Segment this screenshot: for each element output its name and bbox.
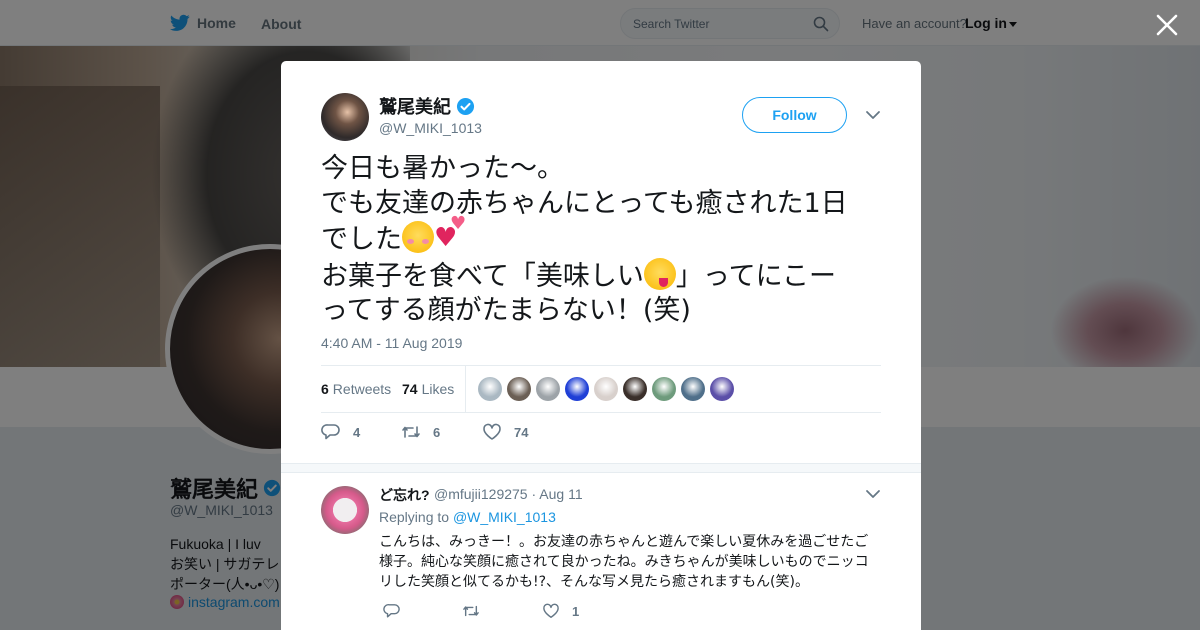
liker-avatar[interactable] (536, 377, 560, 401)
retweet-label: Retweets (332, 381, 392, 397)
chevron-down-icon[interactable] (865, 109, 881, 121)
reply-author-handle[interactable]: @mfujii129275 · Aug 11 (434, 486, 583, 502)
tweet-stats: 6 Retweets 74 Likes (321, 365, 881, 413)
retweet-action-count: 6 (433, 424, 441, 440)
retweets-stat[interactable]: 6 Retweets (321, 381, 391, 397)
follow-button[interactable]: Follow (742, 97, 847, 133)
reply-like-count: 1 (572, 603, 580, 619)
liker-avatar[interactable] (565, 377, 589, 401)
tweet-text: 今日も暑かった〜。 でも友達の赤ちゃんにとっても癒された1日 でした お菓子を食… (321, 152, 891, 329)
reply-icon (321, 424, 340, 440)
tweet-modal: 鷲尾美紀 @W_MIKI_1013 Follow 今日も暑かった〜。 でも友達の… (281, 61, 921, 630)
reply-count: 4 (353, 424, 361, 440)
tweet-line-text: 」ってにこー (675, 260, 837, 292)
author-handle[interactable]: @W_MIKI_1013 (379, 120, 482, 136)
tweet-line-text: 今日も暑かった〜。 (321, 153, 564, 184)
tweet-line-text: でも友達の赤ちゃんにとっても癒された1日 (321, 187, 848, 219)
reply-text: こんちは、みっきー！。お友達の赤ちゃんと遊んで楽しい夏休みを過ごせたご様子。純心… (379, 534, 869, 590)
heart-icon (543, 603, 559, 618)
tweet-line: ってする顔がたまらない！(笑) (321, 294, 891, 329)
likes-stat[interactable]: 74 Likes (402, 381, 454, 397)
like-label: Likes (421, 381, 455, 397)
author-name-text: 鷲尾美紀 (379, 97, 451, 117)
stats-divider (465, 366, 466, 412)
retweet-action[interactable]: 6 (401, 423, 440, 441)
reply-author-name[interactable]: ど忘れ? (379, 485, 430, 505)
retweet-action[interactable] (461, 603, 493, 619)
like-action-count: 74 (514, 424, 529, 440)
tweet-line-text: ってする顔がたまらない！(笑) (321, 295, 691, 326)
tweet-line: でした (321, 215, 891, 258)
tweet-line: でも友達の赤ちゃんにとっても癒された1日 (321, 187, 891, 222)
tweet-actions: 4 6 74 (321, 423, 881, 447)
tweet-line-text: でした (321, 224, 402, 255)
like-action[interactable]: 74 (482, 423, 528, 441)
like-count: 74 (402, 381, 418, 397)
reply-action[interactable]: 4 (321, 423, 360, 441)
author-avatar[interactable] (321, 93, 369, 141)
close-icon[interactable] (1154, 12, 1180, 38)
reply-action[interactable] (383, 603, 413, 619)
replying-prefix: Replying to (379, 509, 450, 525)
yum-face-emoji-icon (643, 257, 676, 290)
reply-actions: 1 (379, 603, 869, 623)
liker-avatar[interactable] (594, 377, 618, 401)
smiling-blush-emoji-icon (402, 221, 434, 253)
liker-avatar[interactable] (652, 377, 676, 401)
tweet-line-text: お菓子を食べて「美味しい (321, 260, 644, 292)
retweet-icon (463, 605, 479, 617)
liker-avatar[interactable] (623, 377, 647, 401)
author-name[interactable]: 鷲尾美紀 (379, 93, 475, 119)
chevron-down-icon[interactable] (865, 488, 881, 500)
tweet-line: お菓子を食べて「美味しい 」ってにこー (321, 257, 891, 295)
liker-avatar[interactable] (681, 377, 705, 401)
tweet-timestamp[interactable]: 4:40 AM - 11 Aug 2019 (321, 335, 462, 351)
liker-avatar[interactable] (710, 377, 734, 401)
heart-icon (483, 423, 501, 440)
like-action[interactable]: 1 (542, 603, 579, 619)
reply-author-avatar[interactable] (321, 486, 369, 534)
verified-badge-icon (456, 97, 475, 115)
replying-to-link[interactable]: @W_MIKI_1013 (453, 509, 556, 525)
liker-avatar[interactable] (507, 377, 531, 401)
retweet-count: 6 (321, 381, 329, 397)
default-avatar-icon[interactable] (478, 377, 502, 401)
retweet-icon (402, 426, 420, 438)
two-hearts-emoji-icon (434, 215, 470, 253)
replying-to: Replying to @W_MIKI_1013 (379, 509, 556, 525)
replies-separator (281, 463, 921, 473)
tweet-line: 今日も暑かった〜。 (321, 152, 891, 187)
reply-icon (383, 604, 400, 618)
